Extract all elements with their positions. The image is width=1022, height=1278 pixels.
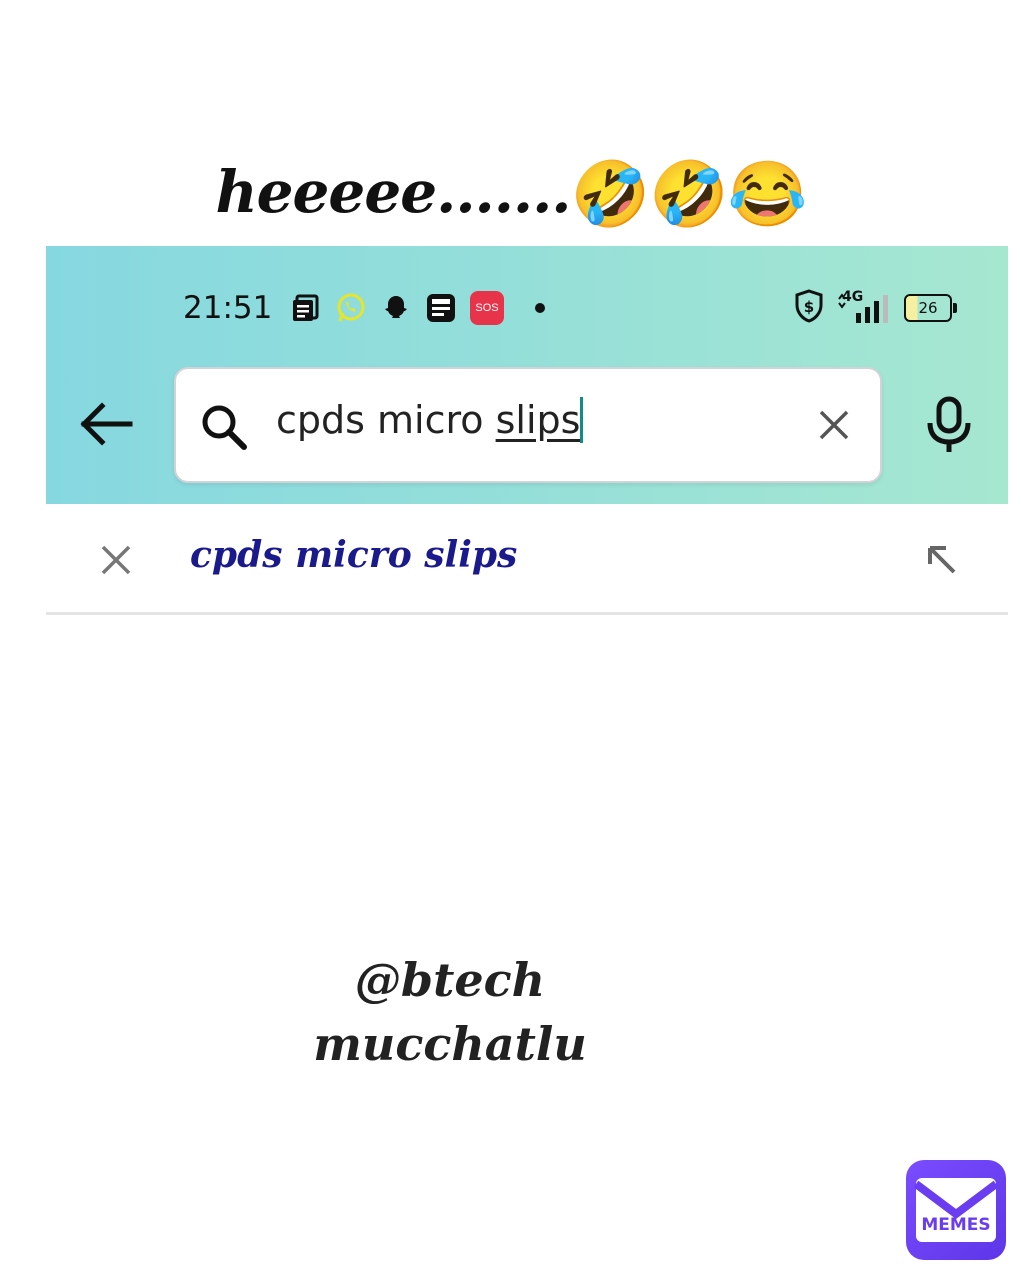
news-icon xyxy=(290,292,322,324)
battery-indicator: 26 xyxy=(904,294,957,322)
search-icon xyxy=(198,401,250,457)
status-notification-icons: SOS xyxy=(290,290,545,326)
caption-text: heeeee....... xyxy=(215,158,571,226)
notes-app-icon xyxy=(425,292,457,324)
search-input[interactable]: cpds micro slips xyxy=(174,367,882,483)
text-caret xyxy=(580,397,584,443)
more-notifications-dot xyxy=(535,303,545,313)
memes-app-logo: MEMES xyxy=(906,1160,1006,1260)
logo-label: MEMES xyxy=(921,1215,990,1235)
tears-of-joy-emoji: 😂 xyxy=(727,157,808,232)
back-button[interactable] xyxy=(76,396,136,452)
whatsapp-icon xyxy=(335,292,367,324)
status-time: 21:51 xyxy=(183,290,273,326)
clear-search-button[interactable] xyxy=(816,407,852,447)
rofl-emoji: 🤣 xyxy=(570,157,650,232)
remove-suggestion-button[interactable] xyxy=(98,542,134,582)
search-query[interactable]: cpds micro slips xyxy=(276,397,584,443)
watermark-line1: @btech xyxy=(354,953,546,1007)
shield-icon: $ xyxy=(794,289,824,327)
svg-text:$: $ xyxy=(804,298,814,316)
signal-icon: 4G xyxy=(838,289,890,325)
search-query-prefix: cpds micro xyxy=(276,398,496,442)
watermark-line2: mucchatlu xyxy=(313,1017,587,1071)
snapchat-icon xyxy=(380,292,412,324)
voice-search-button[interactable] xyxy=(924,396,974,458)
fill-query-arrow-icon[interactable] xyxy=(924,542,960,582)
suggestion-text[interactable]: cpds micro slips xyxy=(190,534,517,576)
search-suggestion-row[interactable]: cpds micro slips xyxy=(46,504,1008,615)
sos-icon: SOS xyxy=(470,291,504,325)
rofl-emoji: 🤣 xyxy=(649,157,729,232)
meme-caption: heeeee.......🤣🤣😂 xyxy=(0,148,1022,239)
search-query-underlined: slips xyxy=(495,398,581,442)
screenshot-search-header: 21:51 SOS $ 4G 26 cpds micro slips xyxy=(46,246,1008,504)
status-system-icons: $ 4G 26 xyxy=(794,289,957,327)
watermark-credit: @btech mucchatlu xyxy=(290,948,610,1076)
